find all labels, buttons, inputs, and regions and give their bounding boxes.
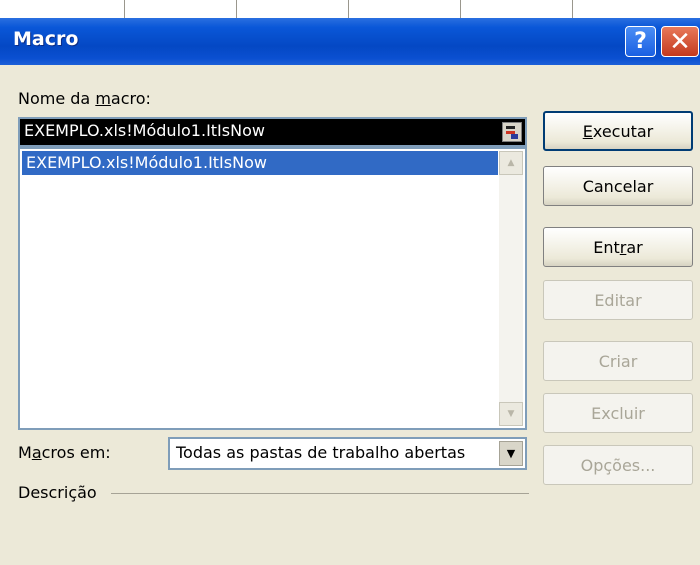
macro-name-label-suffix: acro: (110, 89, 151, 108)
macros-in-value: Todas as pastas de trabalho abertas (176, 443, 466, 462)
create-button[interactable]: Criar (543, 341, 693, 381)
create-label: Criar (598, 351, 638, 371)
edit-button[interactable]: Editar (543, 280, 693, 320)
options-label: Opções... (580, 455, 656, 475)
macro-name-label: Nome da macro: (18, 89, 151, 108)
macro-name-input[interactable]: EXEMPLO.xls!Módulo1.ItIsNow (18, 117, 527, 147)
list-item[interactable]: EXEMPLO.xls!Módulo1.ItIsNow (22, 151, 498, 175)
description-label: Descrição (18, 483, 97, 502)
run-hotkey: E (582, 121, 593, 141)
column-divider (460, 0, 461, 18)
column-divider (236, 0, 237, 18)
help-button[interactable]: ? (625, 26, 656, 57)
step-into-rest: ar (626, 237, 643, 257)
macros-in-label-hotkey: a (31, 443, 42, 462)
macro-name-value: EXEMPLO.xls!Módulo1.ItIsNow (24, 121, 265, 140)
delete-button[interactable]: Excluir (543, 393, 693, 433)
macros-in-label-prefix: M (18, 443, 32, 462)
window-title: Macro (13, 28, 79, 50)
macro-name-label-prefix: Nome da (18, 89, 96, 108)
run-label: xecutar (592, 121, 654, 141)
scroll-up-icon[interactable]: ▲ (499, 151, 523, 175)
scroll-down-icon[interactable]: ▼ (499, 402, 523, 426)
macros-in-select[interactable]: Todas as pastas de trabalho abertas ▼ (168, 437, 527, 470)
background-app-header-strip (0, 0, 700, 19)
description-divider (111, 493, 529, 494)
close-button[interactable]: ✕ (661, 26, 699, 57)
column-divider (348, 0, 349, 18)
column-divider (124, 0, 125, 18)
step-into-prefix: Ent (593, 237, 620, 257)
list-scrollbar[interactable]: ▲ ▼ (499, 151, 523, 426)
step-into-button[interactable]: Ent r ar (543, 227, 693, 267)
delete-label: Excluir (591, 403, 645, 423)
step-into-hotkey: r (619, 237, 627, 257)
cancel-button[interactable]: Cancelar (543, 166, 693, 206)
question-mark-icon: ? (634, 29, 647, 54)
macro-name-label-hotkey: m (95, 89, 111, 108)
macros-in-label: Macros em: (18, 443, 111, 462)
run-button[interactable]: Executar (543, 111, 693, 151)
options-button[interactable]: Opções... (543, 445, 693, 485)
chevron-down-icon[interactable]: ▼ (499, 441, 523, 466)
reference-picker-icon[interactable] (502, 122, 522, 142)
column-divider (572, 0, 573, 18)
edit-label: Editar (594, 290, 642, 310)
macros-in-label-suffix: cros em: (41, 443, 111, 462)
macro-list[interactable]: EXEMPLO.xls!Módulo1.ItIsNow ▲ ▼ (18, 147, 527, 430)
title-bar[interactable]: Macro ? ✕ (0, 18, 700, 65)
cancel-label: Cancelar (582, 176, 654, 196)
close-icon: ✕ (669, 26, 691, 57)
